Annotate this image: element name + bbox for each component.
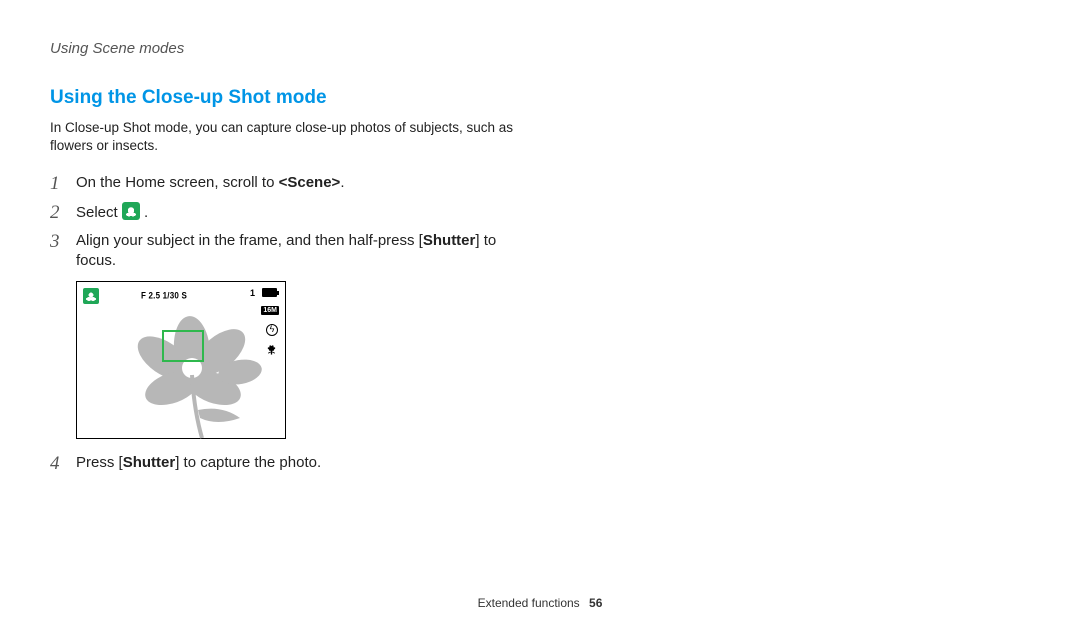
step-text-pre: Align your subject in the frame, and the… (76, 232, 423, 249)
manual-page: Using Scene modes Using the Close-up Sho… (0, 0, 1080, 474)
battery-icon (262, 288, 277, 297)
shot-count: 1 (250, 288, 255, 298)
step-number: 1 (50, 171, 60, 197)
step-number: 4 (50, 451, 60, 477)
step-text-pre: Press [ (76, 454, 123, 471)
step-1: 1 On the Home screen, scroll to <Scene>. (50, 173, 530, 193)
step-2: 2 Select . (50, 202, 530, 223)
step-text-pre: On the Home screen, scroll to (76, 174, 279, 191)
step-4: 4 Press [Shutter] to capture the photo. (50, 453, 530, 473)
page-footer: Extended functions 56 (0, 596, 1080, 610)
step-text-post: . (140, 204, 148, 221)
footer-section: Extended functions (478, 596, 580, 610)
running-head: Using Scene modes (50, 40, 1030, 57)
shutter-tag: Shutter (123, 454, 176, 471)
section-heading: Using the Close-up Shot mode (50, 87, 1030, 109)
step-text-pre: Select (76, 204, 122, 221)
intro-paragraph: In Close-up Shot mode, you can capture c… (50, 119, 530, 155)
steps-list: 1 On the Home screen, scroll to <Scene>.… (50, 173, 530, 473)
page-number: 56 (589, 596, 602, 610)
step-number: 2 (50, 200, 60, 226)
focus-rectangle (162, 330, 204, 362)
flower-illustration (122, 300, 272, 440)
shutter-tag: Shutter (423, 232, 476, 249)
step-number: 3 (50, 229, 60, 255)
camera-preview-figure: F 2.5 1/30 S 1 16M (76, 281, 286, 439)
mode-chip-icon (83, 288, 99, 304)
step-text-post: ] to capture the photo. (175, 454, 321, 471)
step-text-post: . (340, 174, 344, 191)
scene-tag: <Scene> (279, 174, 341, 191)
step-3: 3 Align your subject in the frame, and t… (50, 231, 530, 272)
macro-mode-icon (122, 202, 140, 220)
